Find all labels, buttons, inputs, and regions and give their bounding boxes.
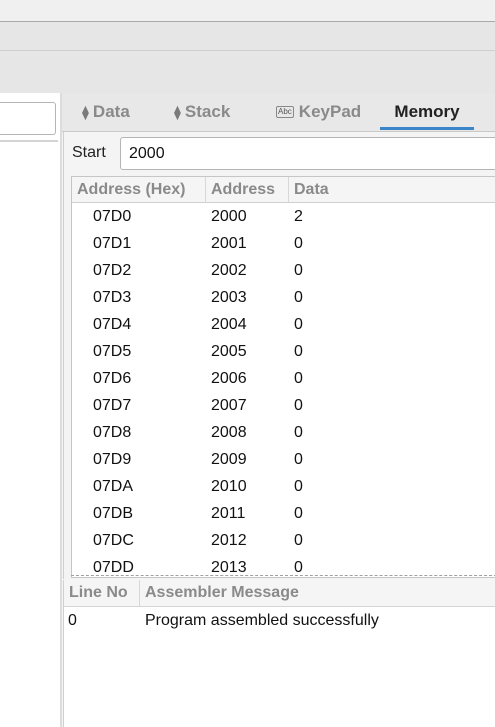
- cell-address: 2004: [211, 316, 247, 333]
- cell-address-hex: 07D3: [93, 289, 132, 306]
- cell-data[interactable]: 0: [294, 446, 303, 473]
- tab-stack[interactable]: ⧫ Stack: [174, 93, 230, 131]
- cell-address: 2009: [211, 451, 247, 468]
- messages-header: Line No Assembler Message: [64, 580, 495, 607]
- cell-address-hex: 07D8: [93, 424, 132, 441]
- cell-address-hex: 07D5: [93, 343, 132, 360]
- cell-address: 2006: [211, 370, 247, 387]
- table-row[interactable]: 07D9 2009 0: [72, 446, 495, 473]
- tab-bar: ⧫ Data ⧫ Stack Abc KeyPad Memory: [62, 93, 495, 132]
- cell-address-hex: 07D0: [93, 208, 132, 225]
- cell-address-hex: 07D2: [93, 262, 132, 279]
- cell-address-hex: 07DA: [93, 478, 134, 495]
- registers-icon: ⧫: [82, 103, 89, 120]
- message-line-no: 0: [68, 612, 77, 629]
- memory-table: Address (Hex) Address Data 07D0 2000 2 07D1…: [71, 176, 495, 578]
- table-bottom-border: [71, 575, 495, 576]
- start-label: Start: [72, 144, 106, 161]
- table-row[interactable]: 07DB 2011 0: [72, 500, 495, 527]
- column-header-address-hex[interactable]: Address (Hex): [72, 177, 206, 202]
- cell-address: 2002: [211, 262, 247, 279]
- table-row[interactable]: 07D6 2006 0: [72, 365, 495, 392]
- table-row[interactable]: 07D0 2000 2: [72, 203, 495, 230]
- cell-address-hex: 07D4: [93, 316, 132, 333]
- cell-address-hex: 07D6: [93, 370, 132, 387]
- cell-address-hex: 07DB: [93, 505, 134, 522]
- column-header-assembler-message[interactable]: Assembler Message: [140, 580, 495, 606]
- cell-data[interactable]: 0: [294, 392, 303, 419]
- column-header-line-no[interactable]: Line No: [64, 580, 140, 606]
- table-row[interactable]: 07D7 2007 0: [72, 392, 495, 419]
- cell-address-hex: 07D7: [93, 397, 132, 414]
- cell-address: 2001: [211, 235, 247, 252]
- editor-divider: [0, 140, 58, 142]
- cell-data[interactable]: 0: [294, 500, 303, 527]
- menu-bar: [0, 22, 495, 51]
- tab-data[interactable]: ⧫ Data: [82, 93, 130, 131]
- table-row[interactable]: 07D2 2002 0: [72, 257, 495, 284]
- cell-data[interactable]: 0: [294, 311, 303, 338]
- assembler-messages: Line No Assembler Message 0 Program asse…: [63, 580, 495, 727]
- cell-data[interactable]: 0: [294, 527, 303, 554]
- cell-data[interactable]: 0: [294, 338, 303, 365]
- cell-address-hex: 07D9: [93, 451, 132, 468]
- side-panel: ⧫ Data ⧫ Stack Abc KeyPad Memory Start A…: [62, 93, 495, 727]
- cell-address: 2003: [211, 289, 247, 306]
- column-header-data[interactable]: Data: [289, 177, 495, 202]
- tab-keypad[interactable]: Abc KeyPad: [276, 93, 361, 131]
- cell-data[interactable]: 0: [294, 473, 303, 500]
- memory-view: Start Address (Hex) Address Data 07D0200…: [63, 132, 495, 579]
- cell-address: 2008: [211, 424, 247, 441]
- cell-address: 2005: [211, 343, 247, 360]
- column-header-address[interactable]: Address: [206, 177, 289, 202]
- cell-address-hex: 07DC: [93, 532, 134, 549]
- toolbar: [0, 51, 495, 93]
- cell-data[interactable]: 0: [294, 419, 303, 446]
- cell-data[interactable]: 2: [294, 203, 303, 230]
- table-row[interactable]: 07D4 2004 0: [72, 311, 495, 338]
- memory-table-header: Address (Hex) Address Data: [72, 177, 495, 203]
- cell-address: 2010: [211, 478, 247, 495]
- tab-keypad-label: KeyPad: [298, 102, 362, 121]
- editor-input[interactable]: [0, 102, 56, 135]
- table-row[interactable]: 07D1 2001 0: [72, 230, 495, 257]
- table-row[interactable]: 07D8 2008 0: [72, 419, 495, 446]
- cell-address: 2007: [211, 397, 247, 414]
- cell-address-hex: 07D1: [93, 235, 132, 252]
- cell-address: 2012: [211, 532, 247, 549]
- title-bar: [0, 0, 495, 22]
- tab-memory-label: Memory: [394, 102, 460, 121]
- cell-data[interactable]: 0: [294, 230, 303, 257]
- tab-stack-label: Stack: [184, 102, 231, 121]
- keypad-icon: Abc: [276, 106, 294, 118]
- tab-data-label: Data: [92, 102, 130, 121]
- message-text: Program assembled successfully: [145, 612, 379, 629]
- table-row[interactable]: 07D3 2003 0: [72, 284, 495, 311]
- editor-panel: [0, 93, 62, 727]
- cell-data[interactable]: 0: [294, 365, 303, 392]
- table-row[interactable]: 07DC 2012 0: [72, 527, 495, 554]
- cell-address: 2011: [211, 505, 246, 522]
- table-row[interactable]: 07DA 2010 0: [72, 473, 495, 500]
- cell-data[interactable]: 0: [294, 257, 303, 284]
- message-row[interactable]: 0 Program assembled successfully: [64, 607, 495, 634]
- cell-data[interactable]: 0: [294, 284, 303, 311]
- start-address-input[interactable]: [120, 137, 495, 170]
- cell-address: 2000: [211, 208, 247, 225]
- memory-table-body: 07D0 2000 2 07D1 2001 0 07D2 2002 0 07D3 2003 0 07D4…: [72, 203, 495, 577]
- table-row[interactable]: 07D5 2005 0: [72, 338, 495, 365]
- stack-icon: ⧫: [174, 103, 181, 120]
- active-tab-indicator: [380, 127, 474, 130]
- tab-memory[interactable]: Memory: [380, 93, 474, 131]
